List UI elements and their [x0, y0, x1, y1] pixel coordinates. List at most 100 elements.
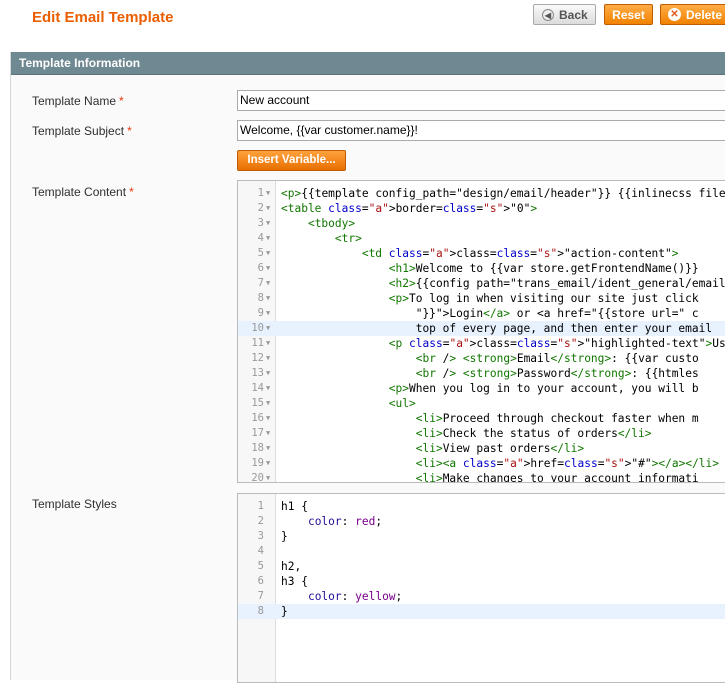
code-line: 3 ▼ <tbody> — [238, 216, 725, 231]
fold-arrow-icon[interactable]: ▼ — [266, 216, 270, 231]
reset-button-label: Reset — [612, 7, 645, 22]
line-number: 1 — [257, 187, 264, 199]
code-text: <li>View past orders</li> — [415, 442, 585, 455]
line-number: 6 — [257, 262, 264, 274]
fold-arrow-icon[interactable]: ▼ — [266, 186, 270, 201]
line-number: 4 — [257, 232, 264, 244]
line-number: 10 — [251, 322, 264, 334]
fold-arrow-icon[interactable]: ▼ — [266, 426, 270, 441]
code-text: <li>Proceed through checkout faster when… — [415, 412, 699, 425]
template-styles-label-text: Template Styles — [32, 497, 117, 511]
code-line: 5 h2, — [238, 559, 725, 574]
fold-arrow-icon[interactable]: ▼ — [266, 321, 270, 336]
reset-button[interactable]: Reset — [604, 4, 653, 25]
code-text: <table class="a">border=class="s">"0"> — [281, 202, 538, 215]
code-line: 7 color: yellow; — [238, 589, 725, 604]
fold-arrow-icon[interactable]: ▼ — [266, 231, 270, 246]
code-line: 19 ▼ <li><a class="a">href=class="s">"#">… — [238, 456, 725, 471]
line-number: 2 — [257, 515, 264, 527]
line-number: 5 — [257, 560, 264, 572]
code-text: h2, — [281, 560, 302, 573]
code-text: <li>Make changes to your account informa… — [415, 472, 699, 483]
line-number: 9 — [257, 307, 264, 319]
code-line: 18 ▼ <li>View past orders</li> — [238, 441, 725, 456]
code-text: <p>When you log in to your account, you … — [388, 382, 699, 395]
code-text: <br /> <strong>Password</strong>: {{html… — [415, 367, 699, 380]
code-line: 2 color: red; — [238, 514, 725, 529]
line-number: 17 — [251, 427, 264, 439]
required-mark: * — [127, 124, 132, 138]
fold-arrow-icon[interactable]: ▼ — [266, 261, 270, 276]
line-number: 2 — [257, 202, 264, 214]
code-text: h1 { — [281, 500, 308, 513]
line-number: 7 — [257, 590, 264, 602]
fold-arrow-icon[interactable]: ▼ — [266, 441, 270, 456]
code-text: <p>{{template config_path="design/email/… — [281, 187, 725, 200]
code-text: <tbody> — [307, 217, 356, 230]
code-text: <td class="a">class=class="s">"action-co… — [361, 247, 679, 260]
fold-arrow-icon[interactable]: ▼ — [266, 246, 270, 261]
code-text: <p>To log in when visiting our site just… — [388, 292, 699, 305]
fold-arrow-icon[interactable]: ▼ — [266, 351, 270, 366]
section-title: Template Information — [11, 52, 725, 75]
template-name-input[interactable]: New account — [237, 90, 725, 111]
code-line: 1 ▼ <p>{{template config_path="design/emai… — [238, 186, 725, 201]
code-text: <br /> <strong>Email</strong>: {{var cus… — [415, 352, 699, 365]
template-subject-label: Template Subject * — [32, 124, 132, 138]
fold-arrow-icon[interactable]: ▼ — [266, 366, 270, 381]
line-number: 7 — [257, 277, 264, 289]
template-name-label: Template Name * — [32, 94, 124, 108]
code-line: 2 ▼ <table class="a">border=class="s">"0"> — [238, 201, 725, 216]
insert-variable-button[interactable]: Insert Variable... — [237, 150, 346, 171]
code-line: 15 ▼ <ul> — [238, 396, 725, 411]
code-text: <tr> — [334, 232, 362, 245]
line-number: 19 — [251, 457, 264, 469]
code-line: 8} — [238, 604, 725, 619]
template-content-editor[interactable]: 1 ▼ <p>{{template config_path="design/emai… — [237, 180, 725, 483]
template-content-label: Template Content * — [32, 185, 134, 199]
fold-arrow-icon[interactable]: ▼ — [266, 471, 270, 482]
fold-arrow-icon[interactable]: ▼ — [266, 336, 270, 351]
line-number: 5 — [257, 247, 264, 259]
back-arrow-icon: ◀ — [542, 8, 554, 21]
template-information-section: Template Information Template Name * New … — [10, 52, 725, 683]
fold-arrow-icon[interactable]: ▼ — [266, 276, 270, 291]
code-line: 7 ▼ <h2>{{config path="trans_email/ident_… — [238, 276, 725, 291]
line-number: 11 — [251, 337, 264, 349]
template-content-label-text: Template Content — [32, 185, 127, 199]
required-mark: * — [129, 185, 134, 199]
template-subject-label-text: Template Subject — [32, 124, 125, 138]
fold-arrow-icon[interactable]: ▼ — [266, 381, 270, 396]
line-number: 4 — [257, 545, 264, 557]
required-mark: * — [119, 94, 124, 108]
template-styles-label: Template Styles — [32, 497, 117, 511]
code-line: 4 — [238, 544, 725, 559]
delete-button[interactable]: ✕ Delete — [660, 4, 725, 25]
fold-arrow-icon[interactable]: ▼ — [266, 456, 270, 471]
fold-arrow-icon[interactable]: ▼ — [266, 411, 270, 426]
code-text: <h1>Welcome to {{var store.getFrontendNa… — [388, 262, 699, 275]
fold-arrow-icon[interactable]: ▼ — [266, 201, 270, 216]
line-number: 12 — [251, 352, 264, 364]
back-button[interactable]: ◀ Back — [533, 4, 596, 25]
delete-x-icon: ✕ — [668, 8, 681, 21]
template-name-label-text: Template Name — [32, 94, 117, 108]
code-text: } — [281, 530, 288, 543]
code-text: <p class="a">class=class="s">"highlighte… — [388, 337, 725, 350]
code-line: 9 ▼ "}}">Login</a> or <a href="{{store ur… — [238, 306, 725, 321]
template-styles-editor[interactable]: 1 h1 {2 color: red; 3} 4 5 h2, 6 h3 {7 color: y… — [237, 493, 725, 683]
fold-arrow-icon[interactable]: ▼ — [266, 396, 270, 411]
code-line: 14 ▼ <p>When you log in to your account, … — [238, 381, 725, 396]
code-line: 6 h3 { — [238, 574, 725, 589]
line-number: 16 — [251, 412, 264, 424]
code-text: h3 { — [281, 575, 308, 588]
fold-arrow-icon[interactable]: ▼ — [266, 291, 270, 306]
line-number: 14 — [251, 382, 264, 394]
fold-arrow-icon[interactable]: ▼ — [266, 306, 270, 321]
template-subject-input[interactable]: Welcome, {{var customer.name}}! — [237, 120, 725, 141]
line-number: 13 — [251, 367, 264, 379]
code-text: <h2>{{config path="trans_email/ident_gen… — [388, 277, 725, 290]
back-button-label: Back — [559, 7, 588, 22]
code-text: "}}">Login</a> or <a href="{{store url="… — [281, 307, 699, 320]
code-line: 8 ▼ <p>To log in when visiting our site j… — [238, 291, 725, 306]
